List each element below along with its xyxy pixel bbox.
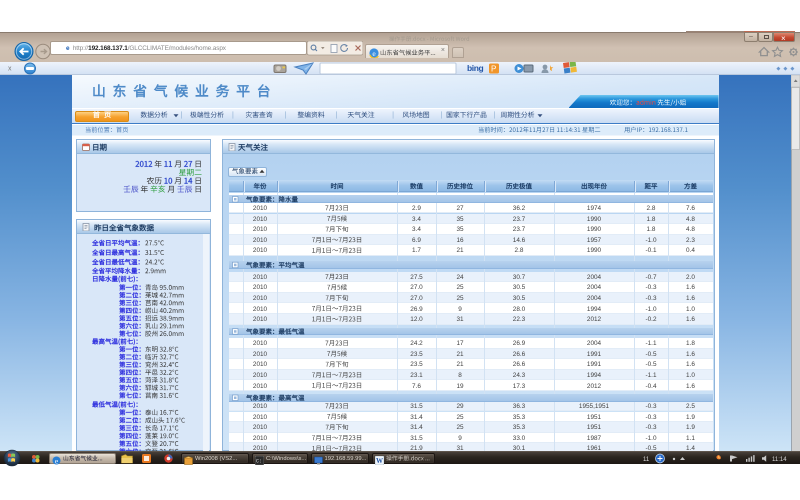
svg-text:C:: C: <box>256 458 262 464</box>
svg-text:W: W <box>376 457 383 465</box>
svg-text:11:14: 11:14 <box>772 457 787 463</box>
svg-text:P: P <box>491 65 496 74</box>
svg-text:11: 11 <box>643 457 650 463</box>
svg-text:x: x <box>8 66 12 73</box>
svg-text:bing: bing <box>467 63 484 73</box>
